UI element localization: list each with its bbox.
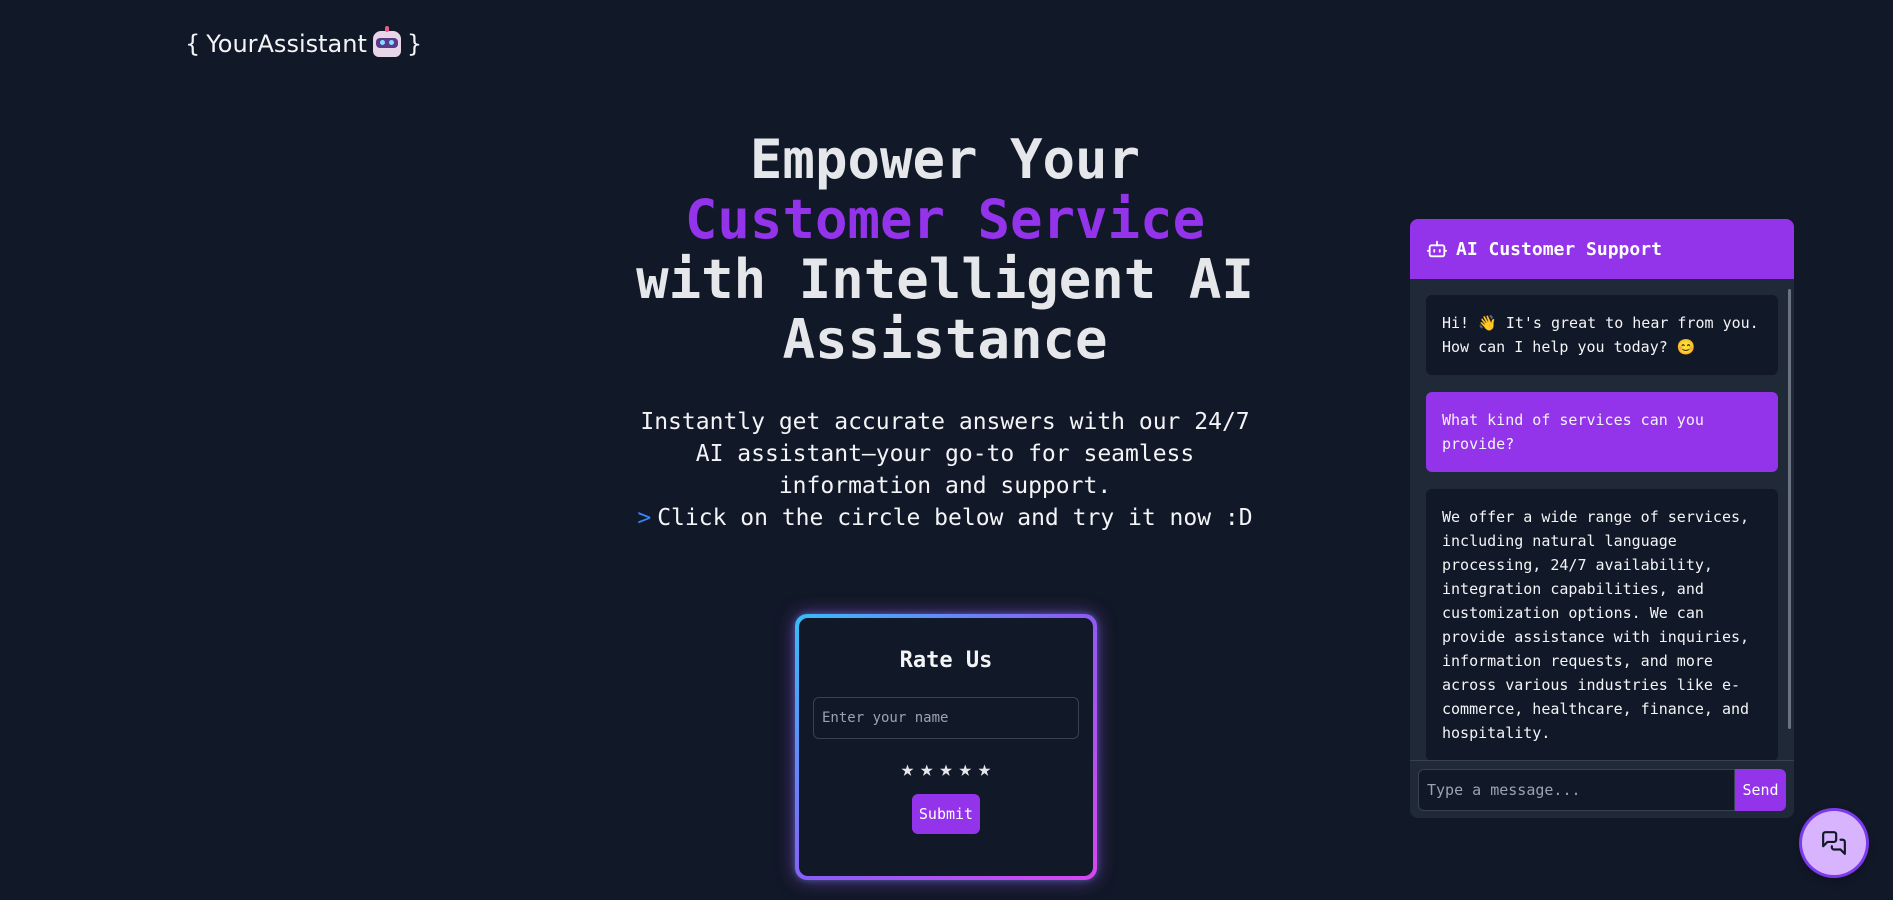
- chat-header: AI Customer Support: [1410, 219, 1794, 279]
- hero-description: Instantly get accurate answers with our …: [640, 409, 1250, 499]
- rating-card-inner: Rate Us ★ ★ ★ ★ ★ Submit: [799, 618, 1093, 876]
- chat-toggle-button[interactable]: [1802, 811, 1866, 875]
- chat-widget: AI Customer Support Hi! 👋 It's great to …: [1410, 219, 1794, 818]
- submit-button[interactable]: Submit: [912, 794, 980, 834]
- rating-card: Rate Us ★ ★ ★ ★ ★ Submit: [795, 614, 1097, 880]
- brand-brace-open: {: [185, 30, 201, 58]
- chat-input-bar: Send: [1410, 760, 1794, 818]
- chevron-right-icon: >: [637, 505, 652, 531]
- bot-message: Hi! 👋 It's great to hear from you. How c…: [1426, 295, 1778, 375]
- chat-messages[interactable]: Hi! 👋 It's great to hear from you. How c…: [1410, 279, 1794, 760]
- hero-cta: > Click on the circle below and try it no…: [590, 502, 1300, 534]
- hero-section: Empower Your Customer Service with Intel…: [590, 130, 1300, 534]
- chat-scrollbar[interactable]: [1788, 289, 1791, 729]
- hero-title-line-3: with Intelligent AI: [636, 248, 1254, 311]
- user-message: What kind of services can you provide?: [1426, 392, 1778, 472]
- hero-cta-text: Click on the circle below and try it now…: [657, 505, 1253, 531]
- send-button[interactable]: Send: [1735, 768, 1786, 811]
- bot-message: We offer a wide range of services, inclu…: [1426, 489, 1778, 760]
- brand-logo[interactable]: { YourAssistant }: [185, 26, 423, 58]
- chat-title: AI Customer Support: [1456, 238, 1662, 260]
- brand-brace-close: }: [406, 30, 423, 58]
- name-input[interactable]: [813, 697, 1079, 739]
- hero-title-accent: Customer Service: [684, 188, 1206, 251]
- rating-title: Rate Us: [899, 648, 993, 673]
- star-4-icon[interactable]: ★: [959, 757, 972, 782]
- bot-icon: [1426, 240, 1448, 258]
- star-2-icon[interactable]: ★: [920, 757, 933, 782]
- star-1-icon[interactable]: ★: [901, 757, 914, 782]
- hero-title-line-4: Assistance: [782, 308, 1108, 371]
- chat-bubbles-icon: [1822, 831, 1846, 855]
- message-input[interactable]: [1418, 768, 1735, 811]
- hero-title-line-1: Empower Your: [749, 128, 1141, 191]
- star-5-icon[interactable]: ★: [978, 757, 991, 782]
- robot-icon: [372, 26, 401, 57]
- star-rating[interactable]: ★ ★ ★ ★ ★: [901, 757, 991, 782]
- star-3-icon[interactable]: ★: [939, 757, 952, 782]
- brand-name: YourAssistant: [206, 30, 367, 58]
- hero-title: Empower Your Customer Service with Intel…: [590, 130, 1300, 370]
